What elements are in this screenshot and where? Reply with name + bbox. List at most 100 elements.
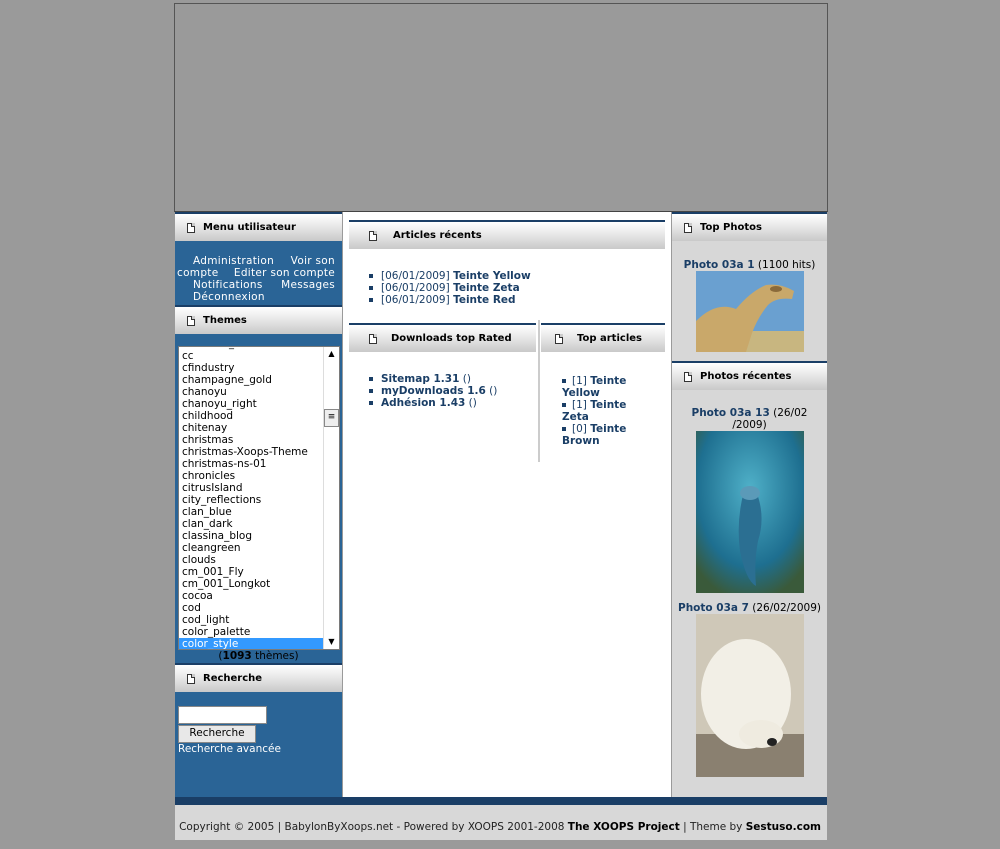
document-icon xyxy=(187,673,195,684)
list-item: Sitemap 1.31 () xyxy=(369,373,497,385)
search-button[interactable]: Recherche xyxy=(178,725,256,743)
footer-bar xyxy=(175,797,827,805)
scroll-up-arrow-icon[interactable]: ▲ xyxy=(326,349,337,359)
theme-option[interactable]: cc xyxy=(179,350,323,362)
scroll-thumb[interactable]: ≡ xyxy=(324,409,339,427)
document-icon xyxy=(369,230,377,241)
downloads-header: Downloads top Rated xyxy=(349,323,536,352)
top-articles-list: [1] Teinte Yellow [1] Teinte Zeta [0] Tein… xyxy=(562,375,626,447)
user-menu-title: Menu utilisateur xyxy=(203,222,296,233)
top-articles-header: Top articles xyxy=(541,323,665,352)
theme-option[interactable]: cod_light xyxy=(179,614,323,626)
dolphin-photo[interactable] xyxy=(696,431,804,593)
recent-photo-caption-2: Photo 03a 7 (26/02/2009) xyxy=(678,602,821,614)
menu-item-notifications[interactable]: Notifications xyxy=(193,279,263,291)
theme-option[interactable]: cocoa xyxy=(179,590,323,602)
list-item: [06/01/2009] Teinte Zeta xyxy=(369,282,531,294)
header-banner-area xyxy=(174,3,828,212)
download-link[interactable]: myDownloads 1.6 xyxy=(381,385,486,397)
document-icon xyxy=(684,222,692,233)
scroll-down-arrow-icon[interactable]: ▼ xyxy=(326,637,337,647)
column-divider xyxy=(538,320,540,462)
theme-option[interactable]: champagne_gold xyxy=(179,374,323,386)
article-link[interactable]: Teinte Yellow xyxy=(453,270,531,282)
theme-option[interactable]: christmas-Xoops-Theme xyxy=(179,446,323,458)
recent-photos-title: Photos récentes xyxy=(700,371,792,382)
search-input[interactable] xyxy=(178,706,267,724)
theme-option[interactable]: cfindustry xyxy=(179,362,323,374)
recent-articles-header: Articles récents xyxy=(349,220,665,249)
list-item: myDownloads 1.6 () xyxy=(369,385,497,397)
theme-option[interactable]: chitenay xyxy=(179,422,323,434)
menu-item-deconnexion[interactable]: Déconnexion xyxy=(193,291,265,303)
camel-photo[interactable] xyxy=(696,271,804,352)
theme-select-list[interactable]: _ cccfindustrychampagne_goldchanoyuchano… xyxy=(178,346,340,650)
menu-item-messages[interactable]: Messages xyxy=(281,279,335,291)
theme-option[interactable]: color_style xyxy=(179,638,323,649)
recent-articles-list: [06/01/2009] Teinte Yellow [06/01/2009] … xyxy=(369,270,531,306)
theme-option[interactable]: christmas-ns-01 xyxy=(179,458,323,470)
top-articles-title: Top articles xyxy=(577,333,642,344)
theme-option[interactable]: cm_001_Fly xyxy=(179,566,323,578)
top-photos-title: Top Photos xyxy=(700,222,762,233)
footer: Copyright © 2005 | BabylonByXoops.net - … xyxy=(175,805,827,840)
menu-item-administration[interactable]: Administration xyxy=(193,255,274,267)
search-title: Recherche xyxy=(203,673,263,684)
theme-option[interactable]: color_palette xyxy=(179,626,323,638)
list-item: Adhésion 1.43 () xyxy=(369,397,497,409)
user-menu-header: Menu utilisateur xyxy=(175,212,342,241)
themes-count: (1093 thèmes) xyxy=(218,650,299,662)
photo-link[interactable]: Photo 03a 1 xyxy=(684,259,755,271)
theme-option[interactable]: cleangreen xyxy=(179,542,323,554)
photo-link[interactable]: Photo 03a 13 xyxy=(692,407,770,419)
search-header: Recherche xyxy=(175,663,342,692)
theme-option[interactable]: christmas xyxy=(179,434,323,446)
download-link[interactable]: Adhésion 1.43 xyxy=(381,397,465,409)
user-menu: Administration Voir son compte Editer so… xyxy=(177,255,339,303)
list-item: [0] Teinte Brown xyxy=(562,423,627,447)
advanced-search-link[interactable]: Recherche avancée xyxy=(178,743,281,755)
theme-option[interactable]: clan_dark xyxy=(179,518,323,530)
theme-option[interactable]: chanoyu xyxy=(179,386,323,398)
theme-option[interactable]: clan_blue xyxy=(179,506,323,518)
theme-option[interactable]: citrusIsland xyxy=(179,482,323,494)
article-link[interactable]: Teinte Red xyxy=(453,294,515,306)
downloads-list: Sitemap 1.31 () myDownloads 1.6 () Adhés… xyxy=(369,373,497,409)
recent-photo-caption-1: Photo 03a 13 (26/02/2009) xyxy=(691,407,808,431)
theme-option[interactable]: chronicles xyxy=(179,470,323,482)
theme-author-link[interactable]: Sestuso.com xyxy=(746,821,821,833)
list-item: [1] Teinte Zeta xyxy=(562,399,627,423)
themes-header: Themes xyxy=(175,305,342,334)
theme-option[interactable]: classina_blog xyxy=(179,530,323,542)
polar-bear-photo[interactable] xyxy=(696,614,804,777)
article-link[interactable]: Teinte Zeta xyxy=(453,282,520,294)
theme-option[interactable]: childhood xyxy=(179,410,323,422)
theme-option[interactable]: city_reflections xyxy=(179,494,323,506)
menu-item-editer-compte[interactable]: Editer son compte xyxy=(234,267,335,279)
theme-option[interactable]: chanoyu_right xyxy=(179,398,323,410)
document-icon xyxy=(555,333,563,344)
recent-photos-header: Photos récentes xyxy=(672,361,827,390)
photo-link[interactable]: Photo 03a 7 xyxy=(678,602,749,614)
theme-option[interactable]: clouds xyxy=(179,554,323,566)
theme-option[interactable]: cm_001_Longkot xyxy=(179,578,323,590)
download-link[interactable]: Sitemap 1.31 xyxy=(381,373,459,385)
document-icon xyxy=(187,222,195,233)
theme-options: cc cfindustry champagne_gold chanoyu chanoyu… xyxy=(179,350,323,649)
list-item: [06/01/2009] Teinte Red xyxy=(369,294,531,306)
recent-articles-title: Articles récents xyxy=(393,230,482,241)
top-photo-caption: Photo 03a 1 (1100 hits) xyxy=(683,259,816,271)
list-item: [1] Teinte Yellow xyxy=(562,375,627,399)
document-icon xyxy=(684,371,692,382)
xoops-project-link[interactable]: The XOOPS Project xyxy=(568,821,680,833)
menu-item-voir-compte-b[interactable]: compte xyxy=(177,267,218,279)
list-item: [06/01/2009] Teinte Yellow xyxy=(369,270,531,282)
downloads-title: Downloads top Rated xyxy=(391,333,512,344)
theme-list-scrollbar[interactable]: ▲ ≡ ▼ xyxy=(323,347,339,649)
themes-title: Themes xyxy=(203,315,247,326)
theme-option[interactable]: cod xyxy=(179,602,323,614)
top-photos-header: Top Photos xyxy=(672,212,827,241)
document-icon xyxy=(369,333,377,344)
menu-item-voir-compte-a[interactable]: Voir son xyxy=(291,255,335,267)
document-icon xyxy=(187,315,195,326)
